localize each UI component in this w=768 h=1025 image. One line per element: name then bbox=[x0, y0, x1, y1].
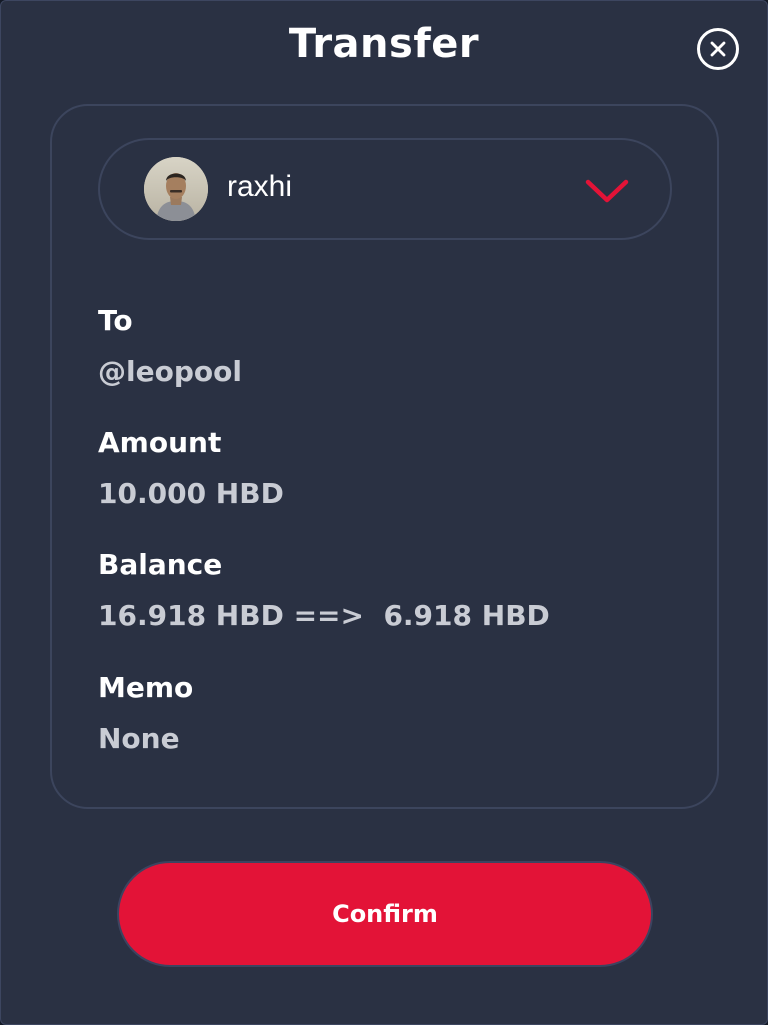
to-label: To bbox=[98, 304, 133, 337]
transfer-dialog: Transfer raxhi To @leopool Amount 10.000… bbox=[0, 0, 768, 1025]
to-value: @leopool bbox=[98, 355, 242, 388]
close-icon bbox=[710, 41, 726, 57]
transfer-details-card: raxhi To @leopool Amount 10.000 HBD Bala… bbox=[50, 104, 719, 809]
balance-label: Balance bbox=[98, 548, 223, 581]
avatar bbox=[144, 157, 208, 221]
memo-label: Memo bbox=[98, 671, 194, 704]
confirm-button[interactable]: Confirm bbox=[117, 861, 653, 967]
amount-value: 10.000 HBD bbox=[98, 477, 284, 510]
amount-label: Amount bbox=[98, 426, 222, 459]
memo-value: None bbox=[98, 722, 180, 755]
dialog-title: Transfer bbox=[288, 21, 480, 67]
account-selector[interactable]: raxhi bbox=[98, 138, 672, 240]
account-username: raxhi bbox=[227, 170, 293, 203]
balance-value: 16.918 HBD ==> 6.918 HBD bbox=[98, 599, 550, 632]
chevron-down-icon bbox=[585, 179, 629, 203]
close-button[interactable] bbox=[697, 28, 739, 70]
